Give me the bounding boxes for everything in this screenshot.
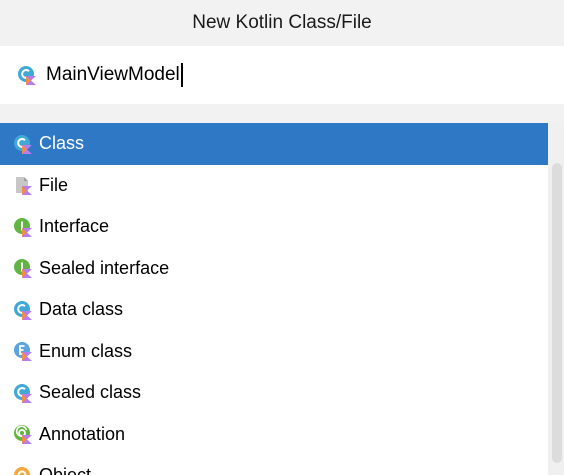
list-item-file[interactable]: File — [0, 165, 548, 207]
list-item-label: Enum class — [39, 340, 133, 361]
kotlin-sealed-class-icon — [13, 383, 33, 403]
list-item-label: Interface — [39, 216, 110, 237]
kotlin-annotation-icon — [13, 424, 33, 445]
class-name-value: MainViewModel — [46, 64, 180, 85]
class-name-input[interactable]: MainViewModel — [46, 60, 526, 90]
list-scrollbar[interactable] — [548, 123, 564, 475]
name-row: MainViewModel — [0, 46, 564, 104]
kotlin-file-icon — [13, 175, 33, 196]
list-item-sealed-interface[interactable]: Sealed interface — [0, 248, 548, 290]
list-item-label: Object — [39, 465, 91, 475]
list-item-data-class[interactable]: Data class — [0, 289, 548, 331]
dialog-title-bar: New Kotlin Class/File — [0, 0, 564, 46]
scrollbar-thumb[interactable] — [552, 163, 562, 463]
list-item-sealed-class[interactable]: Sealed class — [0, 372, 548, 414]
list-item-enum-class[interactable]: Enum class — [0, 331, 548, 373]
list-item-label: Sealed class — [39, 382, 142, 403]
kotlin-class-icon — [17, 65, 37, 85]
kotlin-sealed-interface-icon — [13, 258, 33, 279]
kind-list[interactable]: Class File Interface Sealed interface Da… — [0, 123, 548, 475]
list-item-label: File — [39, 174, 69, 195]
dialog-title: New Kotlin Class/File — [192, 12, 372, 33]
list-item-label: Data class — [39, 299, 124, 320]
kotlin-interface-icon — [13, 217, 33, 237]
list-item-label: Class — [39, 133, 85, 154]
list-item-object[interactable]: Object — [0, 455, 548, 475]
text-caret — [180, 63, 183, 87]
list-item-label: Annotation — [39, 423, 126, 444]
list-item-interface[interactable]: Interface — [0, 206, 548, 248]
separator — [0, 104, 564, 123]
new-kotlin-class-dialog: New Kotlin Class/File MainViewModel Clas… — [0, 0, 564, 475]
list-item-class[interactable]: Class — [0, 123, 548, 165]
list-item-annotation[interactable]: Annotation — [0, 414, 548, 456]
kotlin-object-icon — [13, 466, 33, 475]
kotlin-data-class-icon — [13, 300, 33, 320]
kotlin-enum-class-icon — [13, 341, 33, 362]
kotlin-class-icon — [13, 134, 33, 154]
list-item-label: Sealed interface — [39, 257, 170, 278]
